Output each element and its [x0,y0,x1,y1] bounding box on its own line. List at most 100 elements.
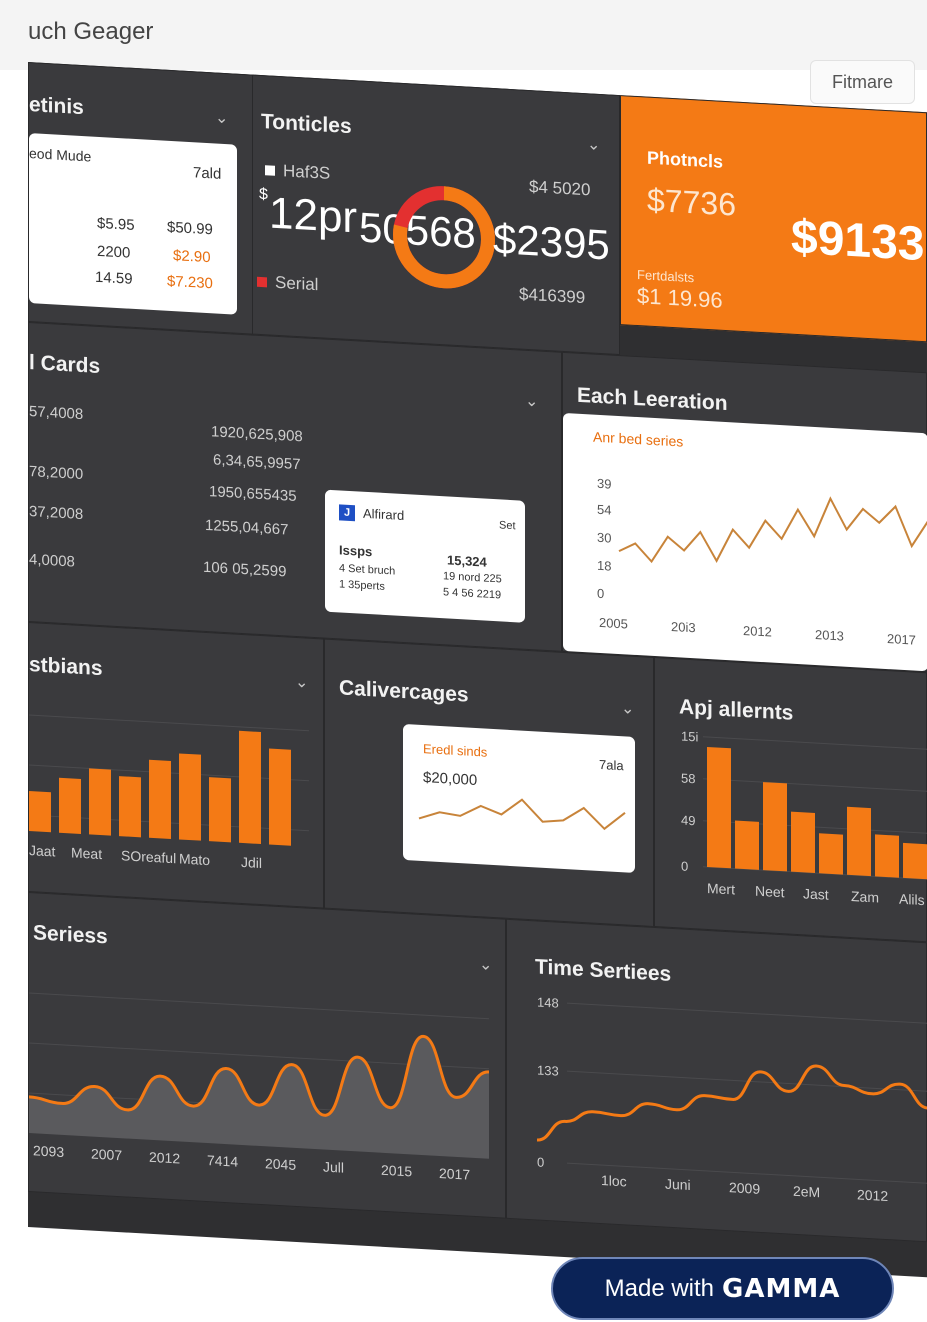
x-tick-label: 2015 [381,1162,412,1180]
topics-panel: Tonticles ⌄ Haf3S Serial $ 12pr 50568 $2… [252,74,620,356]
bar [209,777,231,843]
bar [819,833,843,875]
settings-cell: $5.95 [97,214,135,234]
area-chart: 2093 2007 2012 7414 2045 Jull 2015 2017 [28,992,490,1183]
mini-card-action[interactable]: Set [499,519,516,532]
grid-line [703,778,927,792]
bar [269,748,291,846]
x-tick-label: Alils [899,891,925,908]
top-bar: uch Geager [0,0,927,70]
legend-label: Serial [275,272,319,295]
calivercages-panel: Calivercages ⌄ Eredl sinds 7ala $20,000 [324,638,654,927]
x-tick-label: 7414 [207,1152,238,1170]
x-tick-label: 2005 [599,615,628,632]
x-tick-label: Mato [179,850,210,868]
y-tick-label: 39 [597,476,611,492]
bar [239,730,261,845]
line-chart: 0 133 148 1loc Juni 2009 2eM 2012 [536,994,927,1204]
x-tick-label: Jdil [241,854,262,871]
each-leeration-title: Each Leeration [577,383,728,416]
bar-chart: Jaat Meat SOreaful Mato Jdil [29,714,309,871]
legend-swatch-red [257,276,267,288]
cards-mid-value: 6,34,65,9957 [213,451,301,474]
x-tick-label: 2009 [729,1179,760,1197]
chevron-down-icon[interactable]: ⌄ [587,134,600,155]
chevron-down-icon[interactable]: ⌄ [215,107,228,128]
series-panel: Seriess ⌄ 2093 2007 2012 7414 2045 Jull 2015 20… [28,892,506,1219]
gamma-logo-text: GAMMA [722,1273,841,1304]
bars-panel: stbians ⌄ Jaat Meat SOreaful Mato Jdil [28,622,324,909]
x-tick-label: 2017 [439,1165,470,1183]
metric-main-right: $2395 [493,214,610,269]
filter-button[interactable]: Fitmare [810,60,915,104]
grid-line [567,1070,927,1092]
calivercages-card: Eredl sinds 7ala $20,000 [403,723,635,873]
y-tick-label: 54 [597,502,611,518]
y-tick-label: 0 [681,859,688,874]
chevron-down-icon[interactable]: ⌄ [525,391,538,412]
legend-swatch-white [265,165,275,176]
bar [903,842,927,880]
bar [707,746,731,869]
cards-left-value: 37,2008 [29,503,84,524]
x-tick-label: Mert [707,880,735,898]
x-tick-label: Juni [665,1176,691,1193]
bar [763,782,787,872]
x-tick-label: 2012 [743,623,772,640]
bar [89,768,111,836]
settings-card-header: 7ald [193,164,222,183]
cards-left-value: 4,0008 [29,551,75,571]
y-tick-label: 30 [597,530,611,546]
mini-card-title: Alfirard [363,505,405,524]
made-with-gamma-badge[interactable]: Made with GAMMA [551,1257,894,1320]
cards-panel-title: l Cards [29,351,101,379]
y-tick-label: 148 [537,994,559,1010]
chevron-down-icon[interactable]: ⌄ [621,698,634,719]
x-tick-label: 1loc [601,1172,627,1189]
bar [791,811,815,874]
x-tick-label: 2007 [91,1146,122,1164]
x-tick-label: 2012 [149,1149,180,1167]
metric-main-left: 12pr [269,188,358,243]
mini-card-label: Issps [339,542,373,560]
cards-panel: l Cards ⌄ 57,4008 78,2000 37,2008 4,0008… [28,322,562,652]
metric-prefix: $ [259,185,268,204]
x-tick-label: SOreaful [121,847,176,866]
mini-card-sub: 19 nord 225 [443,570,502,586]
metric-top-right: $4 5020 [529,177,591,200]
x-tick-label: Meat [71,844,102,862]
each-leeration-panel: Each Leeration Anr bed series 0 18 30 54 39 2… [562,351,927,673]
mini-card[interactable]: J Alfirard Set Issps 15,324 4 Set bruch … [325,489,525,623]
mini-card-value: 15,324 [447,552,487,570]
y-tick-label: 133 [537,1062,559,1078]
bar [149,759,171,839]
series-line [536,1064,927,1142]
x-tick-label: 2017 [887,631,916,648]
x-tick-label: 20i3 [671,619,696,635]
settings-panel-title: etinis [29,93,84,120]
y-tick-label: 0 [597,586,604,601]
x-tick-label: Neet [755,883,785,901]
x-tick-label: 2012 [857,1186,888,1204]
settings-cell: 2200 [97,242,131,262]
bar [29,791,51,833]
x-tick-label: Jast [803,885,829,902]
legend-label: Haf3S [283,161,331,183]
app-icon: J [339,504,355,522]
settings-card: eod Mude 7ald $5.95 $50.99 2200 $2.90 14… [29,133,237,315]
made-with-label: Made with [604,1274,715,1302]
bar [59,777,81,834]
products-panel-title: Photncls [647,147,724,172]
legend-item: Serial [257,272,318,295]
topics-panel-title: Tonticles [261,110,352,139]
cards-left-value: 57,4008 [29,403,84,424]
series-line [618,496,927,564]
cards-mid-value: 1920,625,908 [211,423,303,446]
mini-card-sub: 4 Set bruch [339,562,396,578]
bar [847,806,871,877]
products-sub-label: Fertdalsts [637,267,695,286]
y-tick-label: 58 [681,771,695,787]
mini-card-sub: 5 4 56 2219 [443,586,502,602]
x-tick-label: 2eM [793,1183,820,1201]
y-tick-label: 15i [681,729,698,745]
